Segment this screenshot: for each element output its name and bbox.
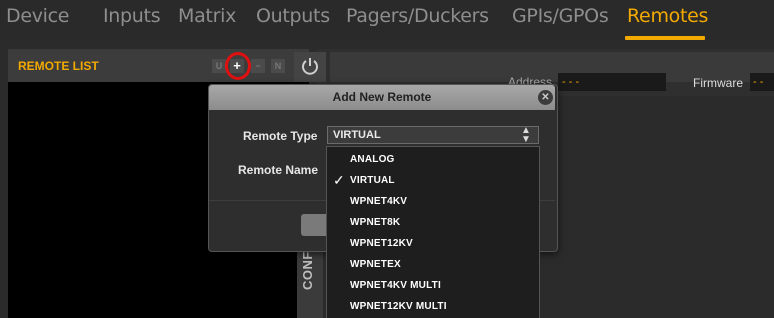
option-wpnet8k[interactable]: WPNET8K [350,217,400,228]
option-wpnet12kv[interactable]: WPNET12KV [350,238,413,249]
remote-list-title: REMOTE LIST [18,59,99,73]
power-button[interactable] [294,52,326,82]
option-virtual[interactable]: VIRTUAL [350,175,395,186]
top-nav: Device Inputs Matrix Outputs Pagers/Duck… [0,0,774,40]
firmware-field: - - [750,73,774,91]
option-wpnet4kv[interactable]: WPNET4KV [350,196,407,207]
u-button[interactable]: U [212,59,226,73]
remote-type-dropdown [326,146,540,318]
checkmark-icon: ✓ [333,172,345,188]
option-wpnet4kv-multi[interactable]: WPNET4KV MULTI [350,280,441,291]
option-wpnetex[interactable]: WPNETEX [350,259,401,270]
remote-type-select-value: VIRTUAL [333,129,381,141]
tab-device[interactable]: Device [6,5,69,27]
active-tab-underline [625,36,705,40]
config-tab-label: CONFI [300,247,315,290]
power-icon [302,58,318,75]
remote-type-label: Remote Type [243,129,318,143]
tab-gpis-gpos[interactable]: GPIs/GPOs [512,5,609,27]
dialog-title: Add New Remote [332,90,432,104]
tab-remotes[interactable]: Remotes [627,5,708,27]
highlight-circle-annotation [225,52,251,80]
address-field[interactable]: - - - [558,73,666,91]
select-arrows-icon: ▲ ▼ [521,125,531,145]
remote-name-label: Remote Name [238,163,319,177]
close-icon[interactable]: ✕ [538,90,553,105]
tab-pagers-duckers[interactable]: Pagers/Duckers [346,5,489,27]
remove-remote-button[interactable]: − [251,59,265,73]
n-button[interactable]: N [271,59,285,73]
option-wpnet12kv-multi[interactable]: WPNET12KV MULTI [350,301,447,312]
firmware-label: Firmware [693,76,743,90]
tab-matrix[interactable]: Matrix [178,5,236,27]
option-analog[interactable]: ANALOG [350,154,395,165]
tab-outputs[interactable]: Outputs [256,5,330,27]
tab-inputs[interactable]: Inputs [103,5,161,27]
